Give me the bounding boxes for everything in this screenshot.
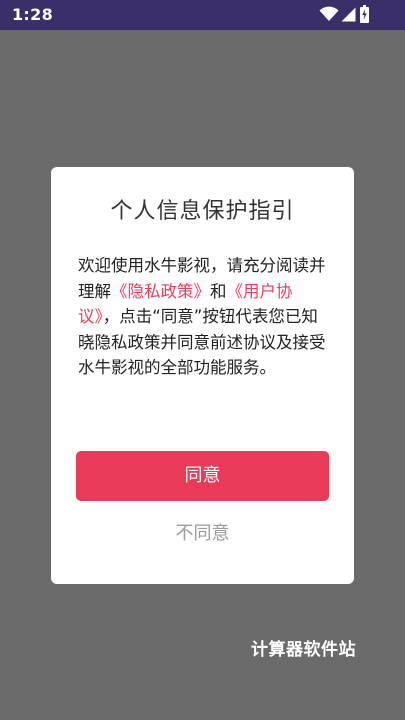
dialog-title: 个人信息保护指引 [110,199,295,224]
status-icons [319,5,369,24]
disagree-button[interactable]: 不同意 [76,517,329,551]
agree-button[interactable]: 同意 [76,451,329,501]
cellular-signal-icon [341,7,356,22]
dialog-body: 欢迎使用水牛影视，请充分阅读并理解《隐私政策》和《用户协议》，点击“同意”按钮代… [78,253,330,381]
body-text-and: 和 [210,281,227,301]
status-bar: 1:28 [0,0,405,30]
privacy-dialog: 个人信息保护指引 欢迎使用水牛影视，请充分阅读并理解《隐私政策》和《用户协议》，… [51,167,354,584]
body-text-consent: ，点击“同意”按钮代表您已知晓隐私政策并同意前述协议及接受水牛影视的全部功能服务… [78,307,326,377]
privacy-policy-link[interactable]: 《隐私政策》 [111,282,210,301]
battery-charging-icon [360,5,369,23]
watermark: 计算器软件站 [251,640,356,660]
status-time: 1:28 [12,5,53,24]
wifi-icon [319,6,339,21]
